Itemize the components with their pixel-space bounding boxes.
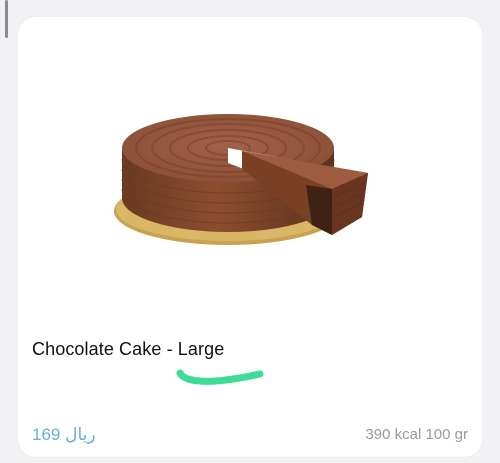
chocolate-cake-image [114,114,368,245]
highlight-stroke [176,369,264,385]
scroll-indicator[interactable] [5,0,8,38]
product-nutrition: 390 kcal 100 gr [365,426,468,443]
product-price: 169 ريال [32,425,96,444]
product-title: Chocolate Cake - Large [32,339,225,359]
product-card[interactable]: Chocolate Cake - Large 169 ريال 390 kcal… [18,17,482,457]
